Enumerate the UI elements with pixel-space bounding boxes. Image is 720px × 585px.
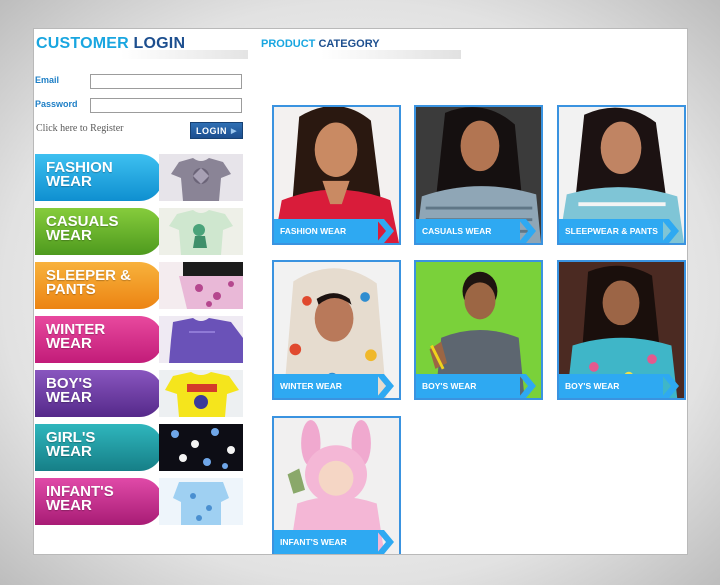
customer-login-heading: CUSTOMER LOGIN: [36, 35, 248, 59]
heading-word-customer: CUSTOMER: [36, 35, 129, 52]
menu-label: FASHION WEAR: [46, 159, 113, 190]
menu-label: BOY'S WEAR: [46, 375, 93, 406]
tile-caption: WINTER WEAR: [280, 380, 342, 391]
menu-item-infants-wear[interactable]: INFANT'S WEAR: [35, 478, 243, 525]
chevron-right-icon: [661, 374, 679, 398]
caption-bar: FASHION WEAR: [274, 219, 378, 243]
chevron-right-icon: [376, 219, 394, 243]
tshirt-image: [159, 208, 243, 255]
menu-label: CASUALS WEAR: [46, 213, 119, 244]
login-button-label: LOGIN: [196, 125, 228, 136]
category-tile-boys-wear[interactable]: BOY'S WEAR: [414, 260, 543, 400]
side-category-menu: FASHION WEAR CASUALS WEAR SLEEPER & PANT…: [35, 154, 243, 532]
tile-caption: CASUALS WEAR: [422, 225, 492, 236]
menu-label: SLEEPER & PANTS: [46, 267, 132, 298]
tile-caption: FASHION WEAR: [280, 225, 347, 236]
password-field[interactable]: [90, 98, 242, 113]
category-tile-boys-wear-2[interactable]: BOY'S WEAR: [557, 260, 686, 400]
category-tile-casuals-wear[interactable]: CASUALS WEAR: [414, 105, 543, 245]
chevron-right-icon: [518, 219, 536, 243]
romper-image: [159, 478, 243, 525]
caption-bar: INFANT'S WEAR: [274, 530, 378, 554]
caption-bar: WINTER WEAR: [274, 374, 378, 398]
register-link[interactable]: Click here to Register: [36, 123, 123, 134]
caption-bar: SLEEPWEAR & PANTS: [559, 219, 663, 243]
menu-label: INFANT'S WEAR: [46, 483, 114, 514]
chevron-right-icon: [376, 374, 394, 398]
chevron-right-icon: [376, 530, 394, 554]
menu-item-fashion-wear[interactable]: FASHION WEAR: [35, 154, 243, 201]
tile-caption: BOY'S WEAR: [565, 380, 620, 391]
email-field[interactable]: [90, 74, 242, 89]
heading-word-login: LOGIN: [133, 35, 186, 52]
page-frame: CUSTOMER LOGIN PRODUCT CATEGORY Email Pa…: [33, 28, 688, 555]
caption-bar: BOY'S WEAR: [416, 374, 520, 398]
product-category-heading: PRODUCT CATEGORY: [261, 37, 461, 59]
category-tile-winter-wear[interactable]: WINTER WEAR: [272, 260, 401, 400]
password-label: Password: [35, 99, 78, 109]
email-label: Email: [35, 75, 60, 85]
tshirt-image: [159, 370, 243, 417]
category-tile-fashion-wear[interactable]: FASHION WEAR: [272, 105, 401, 245]
menu-item-sleeper-pants[interactable]: SLEEPER & PANTS: [35, 262, 243, 309]
menu-label: GIRL'S WEAR: [46, 429, 96, 460]
category-tile-infants-wear[interactable]: INFANT'S WEAR: [272, 416, 401, 554]
menu-item-girls-wear[interactable]: GIRL'S WEAR: [35, 424, 243, 471]
category-tile-sleepwear-pants[interactable]: SLEEPWEAR & PANTS: [557, 105, 686, 245]
dress-image: [159, 424, 243, 471]
menu-item-boys-wear[interactable]: BOY'S WEAR: [35, 370, 243, 417]
play-arrow-icon: ▶: [231, 127, 237, 135]
chevron-right-icon: [518, 374, 536, 398]
chevron-right-icon: [661, 219, 679, 243]
tshirt-image: [159, 154, 243, 201]
caption-bar: CASUALS WEAR: [416, 219, 520, 243]
heading-word-category: CATEGORY: [318, 38, 380, 50]
menu-item-winter-wear[interactable]: WINTER WEAR: [35, 316, 243, 363]
menu-item-casuals-wear[interactable]: CASUALS WEAR: [35, 208, 243, 255]
heading-word-product: PRODUCT: [261, 38, 316, 50]
tile-caption: SLEEPWEAR & PANTS: [565, 225, 658, 236]
menu-label: WINTER WEAR: [46, 321, 106, 352]
sweater-image: [159, 316, 243, 363]
tile-caption: INFANT'S WEAR: [280, 536, 347, 547]
caption-bar: BOY'S WEAR: [559, 374, 663, 398]
pants-image: [159, 262, 243, 309]
tile-caption: BOY'S WEAR: [422, 380, 477, 391]
login-button[interactable]: LOGIN ▶: [190, 122, 243, 139]
